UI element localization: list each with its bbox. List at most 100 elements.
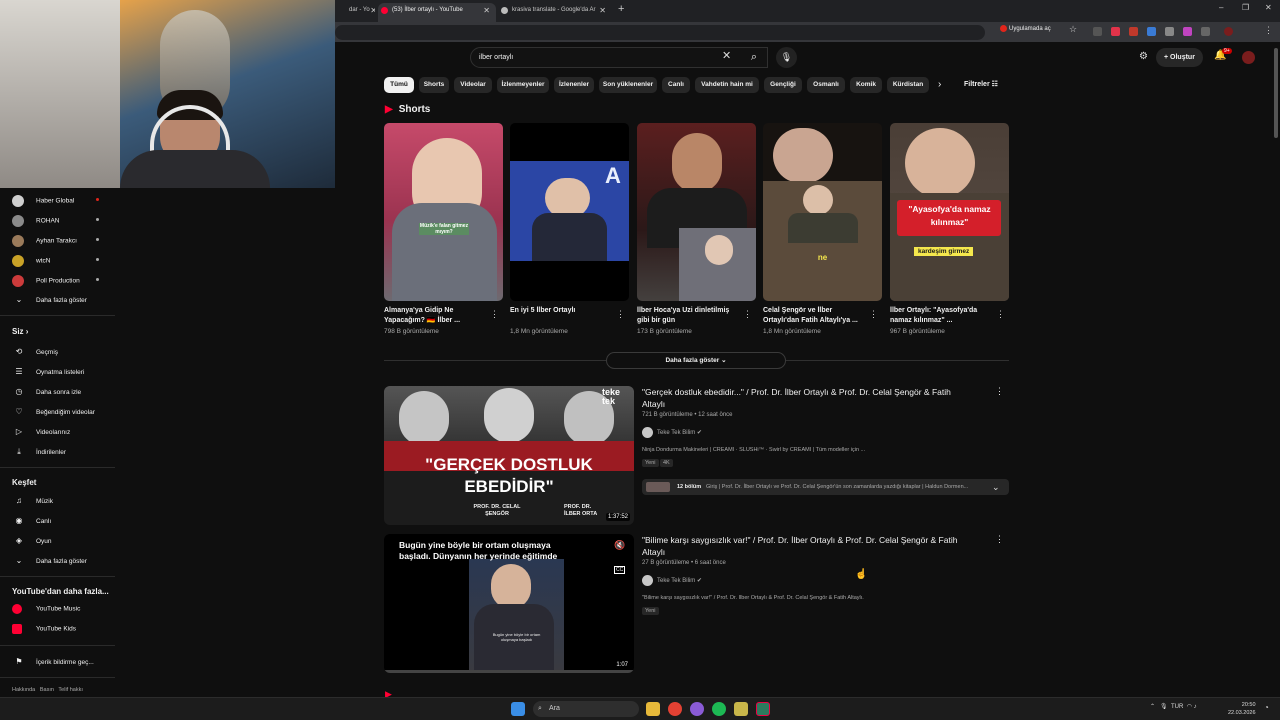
- footer-link-copyright[interactable]: Telif hakkı: [58, 687, 82, 693]
- sidebar-item-liked[interactable]: ♡ Beğendiğim videolar: [12, 407, 95, 416]
- file-explorer-icon[interactable]: [646, 702, 660, 716]
- extension-icon[interactable]: [1111, 27, 1120, 36]
- mute-icon[interactable]: 🔇: [614, 540, 625, 551]
- tab-youtube-other[interactable]: dar - Yo ✕: [335, 3, 375, 22]
- chrome-icon[interactable]: [668, 702, 682, 716]
- close-icon[interactable]: ✕: [483, 3, 490, 18]
- sidebar-item-youtube-kids[interactable]: YouTube Kids: [12, 624, 76, 634]
- cast-icon[interactable]: ⚙: [1139, 51, 1148, 62]
- short-thumbnail[interactable]: A: [510, 123, 629, 301]
- tab-google[interactable]: krasiva translate - Google'da Ar ✕: [498, 3, 612, 22]
- progress-bar[interactable]: [384, 670, 634, 673]
- extension-icon[interactable]: [1183, 27, 1192, 36]
- create-button[interactable]: + Oluştur: [1156, 48, 1203, 67]
- window-close-icon[interactable]: ✕: [1265, 3, 1272, 12]
- open-in-app-button[interactable]: Uygulamada aç: [1000, 25, 1051, 32]
- sidebar-item-subscription[interactable]: wtcN: [12, 255, 50, 267]
- short-title[interactable]: En iyi 5 İlber Ortaylı: [510, 306, 614, 326]
- chevron-down-icon[interactable]: ⌄: [992, 479, 1000, 495]
- maximize-icon[interactable]: ❐: [1242, 3, 1249, 12]
- short-thumbnail[interactable]: "Ayasofya'da namaz kılınmaz" kardeşim gi…: [890, 123, 1009, 301]
- sidebar-item-subscription[interactable]: Poll Production: [12, 275, 80, 287]
- kebab-menu-icon[interactable]: ⋮: [1264, 25, 1273, 36]
- chip-kurdistan[interactable]: Kürdistan: [887, 77, 929, 93]
- bookmark-star-icon[interactable]: ☆: [1069, 24, 1077, 35]
- more-options-icon[interactable]: ⋮: [616, 309, 625, 320]
- sidebar-item-watch-later[interactable]: ◷ Daha sonra izle: [12, 387, 82, 396]
- sidebar-item-subscription[interactable]: Haber Global: [12, 195, 74, 207]
- spotify-icon[interactable]: [712, 702, 726, 716]
- short-thumbnail[interactable]: Müzik'e falan gitmez mıyım?: [384, 123, 503, 301]
- taskbar-search-input[interactable]: ⌕ Ara: [533, 701, 639, 717]
- show-more-button[interactable]: Daha fazla göster ⌄: [606, 352, 786, 369]
- footer-link-press[interactable]: Basın: [40, 687, 54, 693]
- close-icon[interactable]: ✕: [370, 3, 375, 18]
- puzzle-icon[interactable]: [1201, 27, 1210, 36]
- more-options-icon[interactable]: ⋮: [996, 309, 1005, 320]
- channel-link[interactable]: Teke Tek Bilim ✔: [642, 575, 702, 586]
- sidebar-heading-you[interactable]: Siz ›: [12, 327, 28, 336]
- chip-komik[interactable]: Komik: [850, 77, 882, 93]
- scrollbar[interactable]: [1274, 48, 1278, 138]
- obs-icon[interactable]: [756, 702, 770, 716]
- notification-center-icon[interactable]: ◔: [1264, 703, 1269, 712]
- sidebar-item-subscription[interactable]: Ayhan Tarakcı: [12, 235, 77, 247]
- close-icon[interactable]: ✕: [599, 3, 606, 18]
- more-options-icon[interactable]: ⋮: [490, 309, 499, 320]
- chip-son-yuklenenler[interactable]: Son yüklenenler: [599, 77, 657, 93]
- sidebar-item-playlists[interactable]: ☰ Oynatma listeleri: [12, 367, 84, 376]
- sidebar-item-gaming[interactable]: ◈ Oyun: [12, 536, 52, 545]
- minimize-icon[interactable]: –: [1219, 3, 1223, 12]
- short-title[interactable]: İlber Hoca'ya Uzi dinletilmiş gibi bir g…: [637, 306, 741, 326]
- microphone-icon[interactable]: 🎙: [776, 47, 797, 68]
- chapters-bar[interactable]: 12 bölüm Giriş | Prof. Dr. İlber Ortaylı…: [642, 479, 1009, 495]
- video-thumbnail[interactable]: Bugün yine böyle bir ortam oluşmaya başl…: [384, 534, 634, 673]
- short-card[interactable]: "Ayasofya'da namaz kılınmaz" kardeşim gi…: [890, 123, 1009, 335]
- footer-link-about[interactable]: Hakkında: [12, 687, 35, 693]
- chip-tumu[interactable]: Tümü: [384, 77, 414, 93]
- tab-youtube-active[interactable]: (53) İlber ortaylı - YouTube ✕: [378, 3, 496, 22]
- short-card[interactable]: Müzik'e falan gitmez mıyım? Almanya'ya G…: [384, 123, 503, 335]
- chip-vahdetin[interactable]: Vahdetin hain mi: [695, 77, 759, 93]
- profile-avatar[interactable]: [1224, 27, 1233, 36]
- sidebar-item-history[interactable]: ⟲ Geçmiş: [12, 347, 58, 356]
- sidebar-item-music[interactable]: ♫ Müzik: [12, 496, 53, 505]
- short-card[interactable]: A En iyi 5 İlber Ortaylı 1,8 Mn görüntül…: [510, 123, 629, 335]
- sidebar-item-your-videos[interactable]: ▷ Videolarınız: [12, 427, 70, 436]
- chip-gencligi[interactable]: Gençliği: [764, 77, 802, 93]
- captions-icon[interactable]: CC: [614, 566, 626, 574]
- sidebar-item-live[interactable]: ◉ Canlı: [12, 516, 52, 525]
- video-title[interactable]: "Gerçek dostluk ebedidir..." / Prof. Dr.…: [642, 386, 972, 410]
- avatar[interactable]: [1242, 51, 1255, 64]
- chip-canli[interactable]: Canlı: [662, 77, 690, 93]
- sidebar-item-subs-more[interactable]: ⌄ Daha fazla göster: [12, 295, 87, 304]
- short-title[interactable]: Celal Şengör ve İlber Ortaylı'dan Fatih …: [763, 306, 867, 326]
- sidebar-item-subscription[interactable]: ROHAN: [12, 215, 59, 227]
- sidebar-item-report-history[interactable]: ⚑ İçerik bildirme geç...: [12, 657, 93, 666]
- address-bar[interactable]: [335, 25, 985, 40]
- chevron-right-icon[interactable]: ›: [938, 79, 941, 90]
- extension-icon[interactable]: [1147, 27, 1156, 36]
- windows-start-icon[interactable]: [511, 702, 525, 716]
- system-clock[interactable]: 20:50 22.03.2026: [1228, 701, 1256, 717]
- video-title[interactable]: "Bilime karşı saygısızlık var!" / Prof. …: [642, 534, 972, 558]
- short-title[interactable]: İlber Ortaylı: "Ayasofya'da namaz kılınm…: [890, 306, 994, 326]
- more-options-icon[interactable]: ⋮: [869, 309, 878, 320]
- chip-izlenenler[interactable]: İzlenenler: [554, 77, 594, 93]
- search-icon[interactable]: ⌕: [740, 47, 768, 68]
- new-tab-icon[interactable]: +: [618, 3, 624, 15]
- short-thumbnail[interactable]: ne: [763, 123, 882, 301]
- short-card[interactable]: ne Celal Şengör ve İlber Ortaylı'dan Fat…: [763, 123, 882, 335]
- more-options-icon[interactable]: ⋮: [743, 309, 752, 320]
- extension-icon[interactable]: [1129, 27, 1138, 36]
- clear-search-icon[interactable]: ✕: [722, 49, 731, 62]
- system-tray[interactable]: ⌃ 🎙 TUR ◠ ♪: [1150, 703, 1197, 710]
- more-options-icon[interactable]: ⋮: [995, 386, 1004, 397]
- extension-icon[interactable]: [1093, 27, 1102, 36]
- sidebar-item-explore-more[interactable]: ⌄ Daha fazla göster: [12, 556, 87, 565]
- short-thumbnail[interactable]: [637, 123, 756, 301]
- sidebar-item-downloads[interactable]: ⤓ İndirilenler: [12, 447, 66, 457]
- more-options-icon[interactable]: ⋮: [995, 534, 1004, 545]
- filters-button[interactable]: Filtreler ☷: [964, 80, 998, 88]
- chip-videolar[interactable]: Videolar: [454, 77, 492, 93]
